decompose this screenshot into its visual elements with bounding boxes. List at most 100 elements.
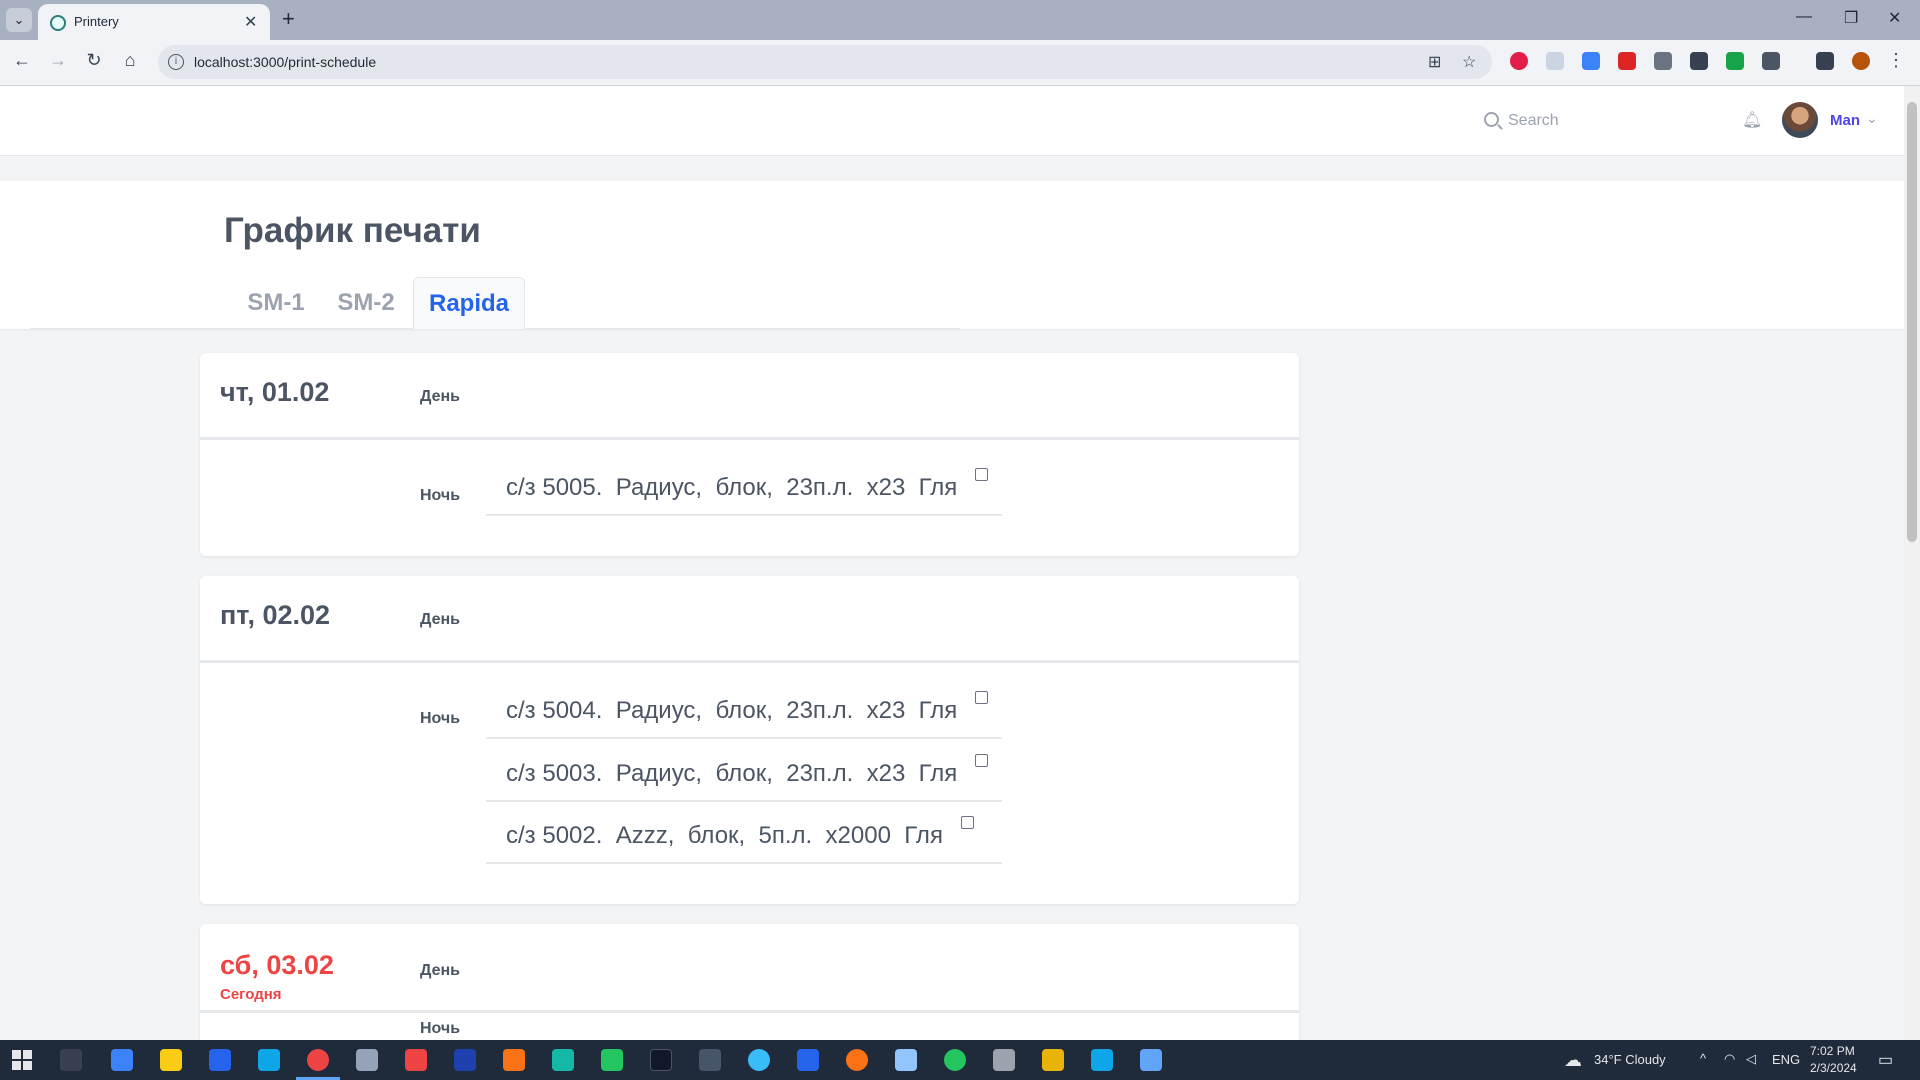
app-icon[interactable] bbox=[1042, 1049, 1064, 1071]
screenshot-extension-icon[interactable] bbox=[1690, 52, 1708, 70]
app-icon[interactable] bbox=[1091, 1049, 1113, 1071]
wifi-icon[interactable]: ◠ bbox=[1724, 1051, 1735, 1067]
file-explorer-icon[interactable] bbox=[160, 1049, 182, 1071]
close-tab-icon[interactable]: ✕ bbox=[244, 12, 257, 32]
search-icon bbox=[1484, 112, 1499, 127]
store-icon[interactable] bbox=[209, 1049, 231, 1071]
reload-icon[interactable]: ↻ bbox=[82, 50, 106, 71]
notifications-icon[interactable]: ▭ bbox=[1878, 1050, 1893, 1070]
side-panel-icon[interactable] bbox=[1816, 52, 1834, 70]
forward-icon[interactable]: → bbox=[46, 50, 70, 71]
chevron-up-icon[interactable]: ^ bbox=[1700, 1051, 1706, 1066]
day-card-today: сб, 03.02 Сегодня День Ночь bbox=[200, 924, 1299, 1040]
night-shift-label: Ночь bbox=[420, 1020, 461, 1037]
page-title: График печати bbox=[224, 211, 481, 250]
chevron-down-icon[interactable]: ⌄ bbox=[1866, 110, 1878, 127]
vlc-icon[interactable] bbox=[503, 1049, 525, 1071]
windows-start-icon[interactable] bbox=[12, 1050, 32, 1070]
night-shift-label: Ночь bbox=[420, 487, 461, 504]
app-icon[interactable] bbox=[846, 1049, 868, 1071]
job-row[interactable]: с/з 5004. Радиус, блок, 23п.л. х23 Гля bbox=[486, 677, 1002, 739]
mail-icon[interactable] bbox=[258, 1049, 280, 1071]
top-navigation: 🔔︎ Man ⌄ bbox=[0, 86, 1904, 156]
bell-icon[interactable]: 🔔︎ bbox=[1742, 110, 1762, 129]
browser-tabstrip: ⌄ Printery ✕ + — ❐ ✕ bbox=[0, 0, 1920, 40]
clock-time[interactable]: 7:02 PM bbox=[1810, 1044, 1855, 1058]
shift-divider bbox=[200, 437, 1299, 440]
home-icon[interactable]: ⌂ bbox=[118, 50, 142, 71]
save-icon[interactable] bbox=[454, 1049, 476, 1071]
search-input[interactable] bbox=[1508, 108, 1708, 134]
new-tab-button[interactable]: + bbox=[282, 6, 295, 32]
git-icon[interactable] bbox=[699, 1049, 721, 1071]
notepad-icon[interactable] bbox=[601, 1049, 623, 1071]
app-icon[interactable] bbox=[944, 1049, 966, 1071]
browser-menu-icon[interactable]: ⋮ bbox=[1884, 50, 1908, 71]
vscode-icon[interactable] bbox=[797, 1049, 819, 1071]
weather-text[interactable]: 34°F Cloudy bbox=[1594, 1052, 1666, 1067]
tab-list-button[interactable]: ⌄ bbox=[6, 8, 32, 32]
app-viewport: 🔔︎ Man ⌄ График печати SM-1 SM-2 Rapida … bbox=[0, 86, 1904, 1040]
job-done-checkbox[interactable] bbox=[975, 754, 988, 767]
job-done-checkbox[interactable] bbox=[961, 816, 974, 829]
task-view-icon[interactable] bbox=[60, 1049, 82, 1071]
close-window-icon[interactable]: ✕ bbox=[1888, 8, 1901, 28]
tab-sm-1[interactable]: SM-1 bbox=[236, 277, 316, 329]
app-icon[interactable] bbox=[356, 1049, 378, 1071]
shift-divider bbox=[200, 1010, 1299, 1013]
pen-extension-icon[interactable] bbox=[1726, 52, 1744, 70]
opera-extension-icon[interactable] bbox=[1510, 52, 1528, 70]
job-text: с/з 5004. Радиус, блок, 23п.л. х23 Гля bbox=[506, 697, 958, 724]
avatar[interactable] bbox=[1782, 102, 1818, 138]
app-icon[interactable] bbox=[993, 1049, 1015, 1071]
profile-icon[interactable] bbox=[1852, 52, 1870, 70]
night-shift-label: Ночь bbox=[420, 710, 461, 727]
app-icon[interactable] bbox=[1140, 1049, 1162, 1071]
url-text: localhost:3000/print-schedule bbox=[194, 54, 377, 70]
day-card: чт, 01.02 День Ночь с/з 5005. Радиус, бл… bbox=[200, 353, 1299, 556]
bookmark-star-icon[interactable]: ☆ bbox=[1462, 52, 1476, 72]
volume-icon[interactable]: ◁ bbox=[1746, 1051, 1756, 1067]
tab-sm-2[interactable]: SM-2 bbox=[326, 277, 406, 329]
shield-extension-icon[interactable] bbox=[1654, 52, 1672, 70]
telegram-icon[interactable] bbox=[748, 1049, 770, 1071]
settings-extension-icon[interactable] bbox=[1546, 52, 1564, 70]
browser-tab[interactable]: Printery ✕ bbox=[38, 4, 270, 40]
anydesk-icon[interactable] bbox=[405, 1049, 427, 1071]
tab-rapida[interactable]: Rapida bbox=[413, 277, 525, 329]
job-row[interactable]: с/з 5003. Радиус, блок, 23п.л. х23 Гля bbox=[486, 740, 1002, 802]
day-date: чт, 01.02 bbox=[220, 377, 330, 407]
tab-title: Printery bbox=[74, 14, 119, 29]
job-row[interactable]: с/з 5005. Радиус, блок, 23п.л. х23 Гля bbox=[486, 454, 1002, 516]
job-row[interactable]: с/з 5002. Azzz, блок, 5п.л. х2000 Гля bbox=[486, 802, 1002, 864]
page-scrollbar[interactable] bbox=[1904, 86, 1920, 1040]
extensions-puzzle-icon[interactable] bbox=[1762, 52, 1780, 70]
page-header: График печати SM-1 SM-2 Rapida bbox=[0, 181, 1904, 329]
day-date: пт, 02.02 bbox=[220, 600, 331, 630]
user-menu-name[interactable]: Man bbox=[1830, 112, 1860, 129]
translate-extension-icon[interactable] bbox=[1582, 52, 1600, 70]
chrome-icon[interactable] bbox=[307, 1049, 329, 1071]
job-text: с/з 5002. Azzz, блок, 5п.л. х2000 Гля bbox=[506, 822, 943, 849]
day-shift-label: День bbox=[420, 611, 460, 628]
back-icon[interactable]: ← bbox=[10, 50, 34, 71]
job-done-checkbox[interactable] bbox=[975, 468, 988, 481]
day-shift-label: День bbox=[420, 388, 460, 405]
terminal-icon[interactable] bbox=[650, 1049, 672, 1071]
calculator-icon[interactable] bbox=[111, 1049, 133, 1071]
restore-icon[interactable]: ❐ bbox=[1844, 8, 1858, 28]
clock-date[interactable]: 2/3/2024 bbox=[1810, 1061, 1857, 1075]
address-bar[interactable]: i localhost:3000/print-schedule ⊞ ☆ bbox=[158, 45, 1492, 79]
browser-toolbar: ← → ↻ ⌂ i localhost:3000/print-schedule … bbox=[0, 40, 1920, 86]
translate-icon[interactable]: ⊞ bbox=[1428, 52, 1441, 72]
cloud-icon: ☁ bbox=[1564, 1050, 1582, 1070]
scrollbar-thumb[interactable] bbox=[1907, 102, 1917, 542]
job-done-checkbox[interactable] bbox=[975, 691, 988, 704]
react-icon bbox=[50, 15, 66, 31]
arduino-icon[interactable] bbox=[552, 1049, 574, 1071]
virtualbox-icon[interactable] bbox=[895, 1049, 917, 1071]
pdf-extension-icon[interactable] bbox=[1618, 52, 1636, 70]
minimize-icon[interactable]: — bbox=[1796, 8, 1812, 26]
site-info-icon[interactable]: i bbox=[168, 54, 184, 70]
language-indicator[interactable]: ENG bbox=[1772, 1052, 1800, 1067]
